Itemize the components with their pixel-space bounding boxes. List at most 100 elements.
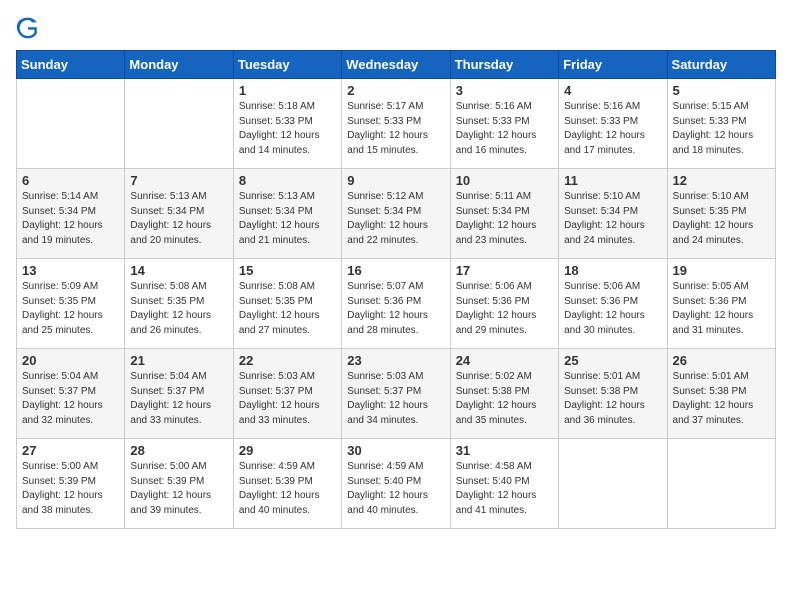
day-info: Sunrise: 5:13 AM Sunset: 5:34 PM Dayligh… <box>130 190 227 248</box>
day-number: 26 <box>673 353 770 368</box>
day-info: Sunrise: 5:05 AM Sunset: 5:36 PM Dayligh… <box>673 280 770 338</box>
day-info: Sunrise: 5:03 AM Sunset: 5:37 PM Dayligh… <box>239 370 336 428</box>
calendar-cell: 27Sunrise: 5:00 AM Sunset: 5:39 PM Dayli… <box>17 439 125 529</box>
day-number: 1 <box>239 83 336 98</box>
logo-icon <box>16 16 40 40</box>
day-info: Sunrise: 5:09 AM Sunset: 5:35 PM Dayligh… <box>22 280 119 338</box>
calendar-cell <box>125 79 233 169</box>
day-number: 30 <box>347 443 444 458</box>
day-number: 12 <box>673 173 770 188</box>
calendar-header-row: SundayMondayTuesdayWednesdayThursdayFrid… <box>17 51 776 79</box>
day-info: Sunrise: 5:08 AM Sunset: 5:35 PM Dayligh… <box>130 280 227 338</box>
calendar-cell: 18 Sunrise: 5:06 AM Sunset: 5:36 PM Dayli… <box>559 259 667 349</box>
header-day-monday: Monday <box>125 51 233 79</box>
calendar-cell: 23 Sunrise: 5:03 AM Sunset: 5:37 PM Dayli… <box>342 349 450 439</box>
calendar-cell: 21Sunrise: 5:04 AM Sunset: 5:37 PM Dayli… <box>125 349 233 439</box>
day-number: 2 <box>347 83 444 98</box>
day-number: 9 <box>347 173 444 188</box>
calendar-cell: 9Sunrise: 5:12 AM Sunset: 5:34 PM Daylig… <box>342 169 450 259</box>
header-day-friday: Friday <box>559 51 667 79</box>
calendar-cell: 20 Sunrise: 5:04 AM Sunset: 5:37 PM Dayli… <box>17 349 125 439</box>
day-number: 29 <box>239 443 336 458</box>
day-number: 7 <box>130 173 227 188</box>
day-info: Sunrise: 5:01 AM Sunset: 5:38 PM Dayligh… <box>673 370 770 428</box>
calendar-cell: 19Sunrise: 5:05 AM Sunset: 5:36 PM Dayli… <box>667 259 775 349</box>
day-info: Sunrise: 5:18 AM Sunset: 5:33 PM Dayligh… <box>239 100 336 158</box>
logo <box>16 16 44 40</box>
calendar-cell: 11 Sunrise: 5:10 AM Sunset: 5:34 PM Dayli… <box>559 169 667 259</box>
day-number: 8 <box>239 173 336 188</box>
calendar-cell: 16 Sunrise: 5:07 AM Sunset: 5:36 PM Dayli… <box>342 259 450 349</box>
day-info: Sunrise: 5:10 AM Sunset: 5:34 PM Dayligh… <box>564 190 661 248</box>
calendar-cell: 6Sunrise: 5:14 AM Sunset: 5:34 PM Daylig… <box>17 169 125 259</box>
calendar-cell: 5 Sunrise: 5:15 AM Sunset: 5:33 PM Daylig… <box>667 79 775 169</box>
day-number: 31 <box>456 443 553 458</box>
day-number: 20 <box>22 353 119 368</box>
calendar-cell: 15 Sunrise: 5:08 AM Sunset: 5:35 PM Dayli… <box>233 259 341 349</box>
day-info: Sunrise: 5:13 AM Sunset: 5:34 PM Dayligh… <box>239 190 336 248</box>
day-number: 18 <box>564 263 661 278</box>
day-number: 28 <box>130 443 227 458</box>
day-info: Sunrise: 5:04 AM Sunset: 5:37 PM Dayligh… <box>22 370 119 428</box>
day-number: 11 <box>564 173 661 188</box>
calendar-table: SundayMondayTuesdayWednesdayThursdayFrid… <box>16 50 776 529</box>
header <box>16 16 776 40</box>
calendar-cell: 28 Sunrise: 5:00 AM Sunset: 5:39 PM Dayli… <box>125 439 233 529</box>
day-number: 24 <box>456 353 553 368</box>
day-number: 16 <box>347 263 444 278</box>
calendar-cell: 10 Sunrise: 5:11 AM Sunset: 5:34 PM Dayli… <box>450 169 558 259</box>
day-number: 5 <box>673 83 770 98</box>
header-day-saturday: Saturday <box>667 51 775 79</box>
calendar-cell: 31 Sunrise: 4:58 AM Sunset: 5:40 PM Dayli… <box>450 439 558 529</box>
day-info: Sunrise: 5:03 AM Sunset: 5:37 PM Dayligh… <box>347 370 444 428</box>
header-day-sunday: Sunday <box>17 51 125 79</box>
calendar-week-row: 20 Sunrise: 5:04 AM Sunset: 5:37 PM Dayli… <box>17 349 776 439</box>
calendar-cell: 13Sunrise: 5:09 AM Sunset: 5:35 PM Dayli… <box>17 259 125 349</box>
day-info: Sunrise: 5:07 AM Sunset: 5:36 PM Dayligh… <box>347 280 444 338</box>
day-number: 15 <box>239 263 336 278</box>
day-info: Sunrise: 5:10 AM Sunset: 5:35 PM Dayligh… <box>673 190 770 248</box>
day-number: 25 <box>564 353 661 368</box>
calendar-cell: 8 Sunrise: 5:13 AM Sunset: 5:34 PM Daylig… <box>233 169 341 259</box>
day-info: Sunrise: 5:15 AM Sunset: 5:33 PM Dayligh… <box>673 100 770 158</box>
calendar-cell: 17Sunrise: 5:06 AM Sunset: 5:36 PM Dayli… <box>450 259 558 349</box>
header-day-tuesday: Tuesday <box>233 51 341 79</box>
day-number: 6 <box>22 173 119 188</box>
day-info: Sunrise: 4:59 AM Sunset: 5:40 PM Dayligh… <box>347 460 444 518</box>
day-info: Sunrise: 5:06 AM Sunset: 5:36 PM Dayligh… <box>456 280 553 338</box>
calendar-cell: 4Sunrise: 5:16 AM Sunset: 5:33 PM Daylig… <box>559 79 667 169</box>
calendar-cell: 3 Sunrise: 5:16 AM Sunset: 5:33 PM Daylig… <box>450 79 558 169</box>
calendar-week-row: 13Sunrise: 5:09 AM Sunset: 5:35 PM Dayli… <box>17 259 776 349</box>
calendar-week-row: 6Sunrise: 5:14 AM Sunset: 5:34 PM Daylig… <box>17 169 776 259</box>
calendar-cell: 2Sunrise: 5:17 AM Sunset: 5:33 PM Daylig… <box>342 79 450 169</box>
calendar-cell: 14 Sunrise: 5:08 AM Sunset: 5:35 PM Dayli… <box>125 259 233 349</box>
calendar-week-row: 1 Sunrise: 5:18 AM Sunset: 5:33 PM Daylig… <box>17 79 776 169</box>
calendar-cell: 22Sunrise: 5:03 AM Sunset: 5:37 PM Dayli… <box>233 349 341 439</box>
day-number: 10 <box>456 173 553 188</box>
day-number: 14 <box>130 263 227 278</box>
calendar-cell: 7 Sunrise: 5:13 AM Sunset: 5:34 PM Daylig… <box>125 169 233 259</box>
day-number: 23 <box>347 353 444 368</box>
header-day-thursday: Thursday <box>450 51 558 79</box>
calendar-cell <box>559 439 667 529</box>
day-info: Sunrise: 5:04 AM Sunset: 5:37 PM Dayligh… <box>130 370 227 428</box>
calendar-week-row: 27 Sunrise: 5:00 AM Sunset: 5:39 PM Dayli… <box>17 439 776 529</box>
day-info: Sunrise: 5:06 AM Sunset: 5:36 PM Dayligh… <box>564 280 661 338</box>
calendar-cell: 25 Sunrise: 5:01 AM Sunset: 5:38 PM Dayli… <box>559 349 667 439</box>
day-info: Sunrise: 5:02 AM Sunset: 5:38 PM Dayligh… <box>456 370 553 428</box>
calendar-cell <box>17 79 125 169</box>
day-number: 27 <box>22 443 119 458</box>
day-number: 3 <box>456 83 553 98</box>
header-day-wednesday: Wednesday <box>342 51 450 79</box>
day-info: Sunrise: 4:59 AM Sunset: 5:39 PM Dayligh… <box>239 460 336 518</box>
calendar-cell: 12 Sunrise: 5:10 AM Sunset: 5:35 PM Dayli… <box>667 169 775 259</box>
calendar-cell: 26 Sunrise: 5:01 AM Sunset: 5:38 PM Dayli… <box>667 349 775 439</box>
day-info: Sunrise: 5:16 AM Sunset: 5:33 PM Dayligh… <box>456 100 553 158</box>
day-info: Sunrise: 5:11 AM Sunset: 5:34 PM Dayligh… <box>456 190 553 248</box>
day-info: Sunrise: 4:58 AM Sunset: 5:40 PM Dayligh… <box>456 460 553 518</box>
day-info: Sunrise: 5:01 AM Sunset: 5:38 PM Dayligh… <box>564 370 661 428</box>
calendar-cell: 1 Sunrise: 5:18 AM Sunset: 5:33 PM Daylig… <box>233 79 341 169</box>
day-info: Sunrise: 5:00 AM Sunset: 5:39 PM Dayligh… <box>130 460 227 518</box>
calendar-cell <box>667 439 775 529</box>
day-info: Sunrise: 5:08 AM Sunset: 5:35 PM Dayligh… <box>239 280 336 338</box>
